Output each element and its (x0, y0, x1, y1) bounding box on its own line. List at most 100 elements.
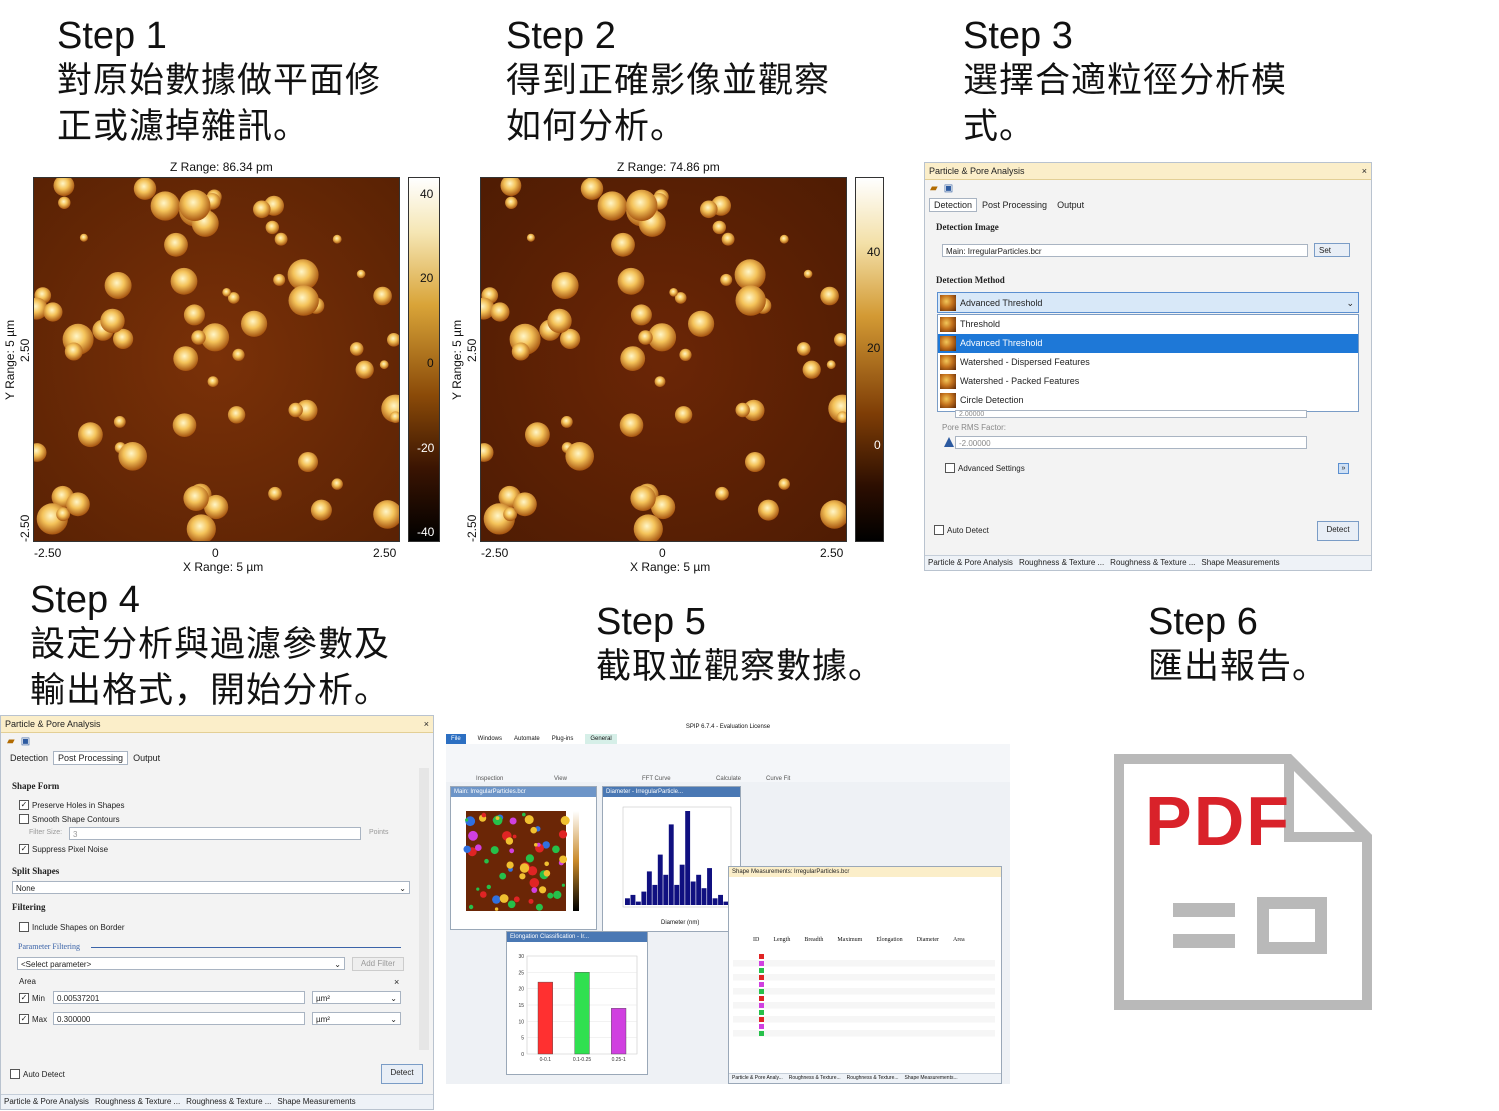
save-icon[interactable]: ▣ (944, 183, 953, 194)
y-tick-label: 10 (518, 1019, 524, 1025)
histogram-bar (652, 884, 658, 905)
remove-filter-icon[interactable]: × (394, 977, 399, 987)
bottom-tab-shape[interactable]: Shape Measurements (277, 1095, 355, 1109)
table-row[interactable] (733, 1030, 995, 1037)
table-row[interactable] (733, 1002, 995, 1009)
open-folder-icon[interactable]: ▰ (7, 736, 15, 747)
auto-detect-checkbox[interactable]: Auto Detect (10, 1069, 65, 1079)
detection-method-dropdown: Threshold Advanced Threshold Watershed -… (937, 314, 1359, 412)
pore-rms-label: Pore RMS Factor: (942, 423, 1007, 432)
particle (597, 191, 627, 221)
detection-image-select[interactable]: Main: IrregularParticles.bcr (942, 244, 1308, 257)
advanced-settings-label: Advanced Settings (958, 463, 1025, 473)
advanced-threshold-thumbnail-icon (940, 336, 956, 351)
save-icon[interactable]: ▣ (21, 736, 30, 747)
split-shapes-select[interactable]: None ⌄ (12, 881, 410, 894)
set-button[interactable]: Set (1314, 243, 1350, 257)
tab-post-processing[interactable]: Post Processing (53, 751, 129, 765)
table-row[interactable] (733, 974, 995, 981)
bottom-tab-roughness-2[interactable]: Roughness & Texture ... (186, 1095, 271, 1109)
detect-button[interactable]: Detect (381, 1064, 423, 1084)
filter-size-field[interactable]: 3 (69, 827, 361, 840)
close-icon[interactable]: × (1362, 163, 1367, 179)
bottom-tab-roughness-2[interactable]: Roughness & Texture ... (1110, 556, 1195, 570)
table-row[interactable] (733, 981, 995, 988)
table-row[interactable] (733, 1009, 995, 1016)
method-thumbnail-icon (940, 295, 956, 311)
max-checkbox[interactable]: ✓ Max (19, 1014, 47, 1024)
ribbon-tab-plugins[interactable]: Plug-ins (552, 734, 574, 744)
max-value-field[interactable]: 0.300000 (53, 1012, 305, 1025)
open-folder-icon[interactable]: ▰ (930, 183, 938, 194)
row-color-swatch (759, 1010, 764, 1015)
ribbon-tab-windows[interactable]: Windows (478, 734, 502, 744)
particle (274, 232, 288, 246)
bottom-tab-shape[interactable]: Shape Measurements (1201, 556, 1279, 570)
parameter-select[interactable]: <Select parameter> ⌄ (17, 957, 345, 970)
table-row[interactable] (733, 1023, 995, 1030)
option-circle-detection[interactable]: Circle Detection (938, 391, 1358, 410)
tab-detection[interactable]: Detection (5, 751, 53, 765)
table-row[interactable] (733, 988, 995, 995)
detect-button[interactable]: Detect (1317, 521, 1359, 541)
pore-rms-field[interactable]: -2.00000 (955, 436, 1307, 449)
particle (79, 233, 88, 242)
step-number: Step 3 (963, 15, 1073, 57)
tab-output[interactable]: Output (1052, 198, 1089, 212)
table-row[interactable] (733, 995, 995, 1002)
min-unit-select[interactable]: µm² ⌄ (312, 991, 401, 1004)
min-value-field[interactable]: 0.00537201 (53, 991, 305, 1004)
ribbon-tab-automate[interactable]: Automate (514, 734, 540, 744)
option-watershed-packed[interactable]: Watershed - Packed Features (938, 372, 1358, 391)
bottom-tab-roughness-1[interactable]: Roughness & Texture... (789, 1074, 841, 1083)
ribbon-tab-file[interactable]: File (446, 734, 466, 744)
bottom-tab-roughness-1[interactable]: Roughness & Texture ... (1019, 556, 1104, 570)
ribbon-tab-general[interactable]: General (585, 734, 617, 744)
particle (480, 891, 487, 898)
table-row[interactable] (733, 960, 995, 967)
add-filter-button[interactable]: Add Filter (352, 957, 404, 971)
preserve-holes-checkbox[interactable]: ✓ Preserve Holes in Shapes (19, 800, 125, 810)
option-watershed-dispersed[interactable]: Watershed - Dispersed Features (938, 353, 1358, 372)
bottom-tab-shape[interactable]: Shape Measurements... (905, 1074, 958, 1083)
hidden-factor-field[interactable]: 2.00000 (955, 410, 1307, 418)
bottom-tab-particle[interactable]: Particle & Pore Analysis (4, 1095, 89, 1109)
tab-detection[interactable]: Detection (929, 198, 978, 212)
advanced-settings-toggle[interactable]: Advanced Settings (945, 463, 1025, 473)
option-threshold[interactable]: Threshold (938, 315, 1358, 334)
expand-icon[interactable]: » (1338, 463, 1349, 474)
smooth-contours-label: Smooth Shape Contours (32, 814, 120, 824)
table-row[interactable] (733, 953, 995, 960)
bottom-tab-particle[interactable]: Particle & Pore Analysis (928, 556, 1013, 570)
smooth-contours-checkbox[interactable]: Smooth Shape Contours (19, 814, 120, 824)
particle (179, 189, 211, 222)
particle (778, 478, 790, 490)
max-unit-select[interactable]: µm² ⌄ (312, 1012, 401, 1025)
option-advanced-threshold[interactable]: Advanced Threshold (938, 334, 1358, 353)
detection-method-select[interactable]: Advanced Threshold ⌄ (937, 292, 1359, 313)
particle (355, 360, 374, 379)
auto-detect-checkbox[interactable]: Auto Detect (934, 525, 989, 535)
scrollbar[interactable] (419, 768, 429, 1050)
min-checkbox[interactable]: ✓ Min (19, 993, 45, 1003)
bottom-tab-particle[interactable]: Particle & Pore Analy... (732, 1074, 783, 1083)
tab-post-processing[interactable]: Post Processing (977, 198, 1052, 212)
bottom-tab-roughness-2[interactable]: Roughness & Texture... (847, 1074, 899, 1083)
particle (492, 895, 501, 904)
table-row[interactable] (733, 1016, 995, 1023)
histogram-bar (630, 894, 636, 905)
bottom-tab-roughness-1[interactable]: Roughness & Texture ... (95, 1095, 180, 1109)
particle (490, 846, 499, 855)
col-length: Length (773, 937, 791, 943)
close-icon[interactable]: × (424, 716, 429, 732)
table-row[interactable] (733, 967, 995, 974)
particle (745, 452, 765, 472)
particle (527, 866, 538, 876)
tab-output[interactable]: Output (128, 751, 165, 765)
histogram-bar (646, 871, 652, 905)
include-border-checkbox[interactable]: Include Shapes on Border (19, 922, 125, 932)
panel-tabs: Detection Post Processing Output (5, 751, 165, 765)
suppress-noise-checkbox[interactable]: ✓ Suppress Pixel Noise (19, 844, 108, 854)
particle (513, 492, 537, 517)
checkbox-icon (19, 922, 29, 932)
